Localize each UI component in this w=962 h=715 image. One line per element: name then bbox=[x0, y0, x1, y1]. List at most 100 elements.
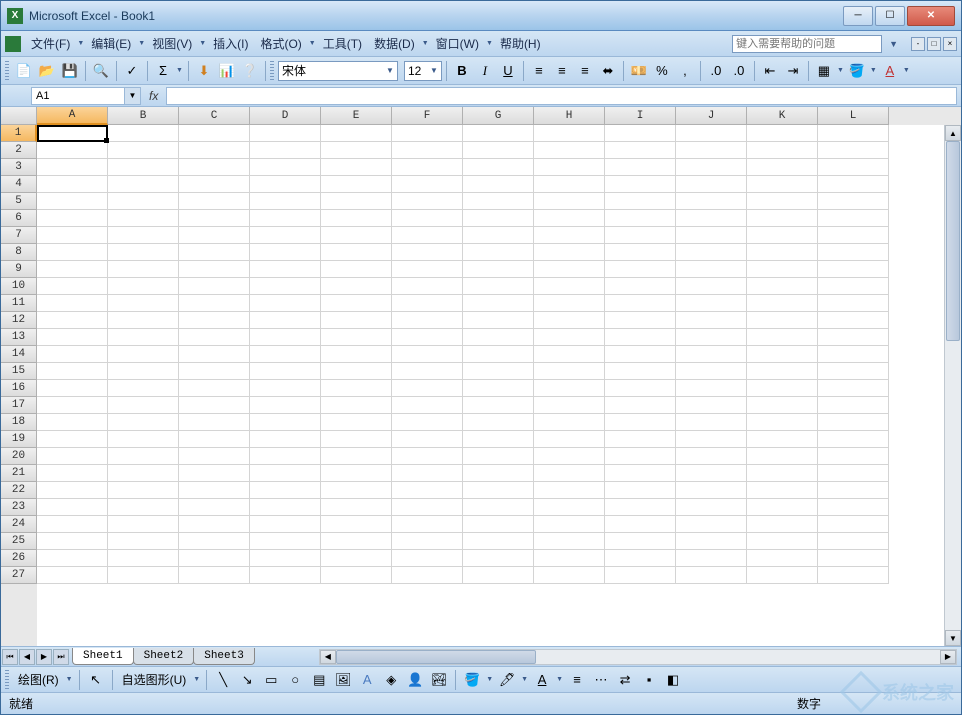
cell-k23[interactable] bbox=[747, 499, 818, 516]
cell-k3[interactable] bbox=[747, 159, 818, 176]
cell-l8[interactable] bbox=[818, 244, 889, 261]
row-header-24[interactable]: 24 bbox=[1, 516, 37, 533]
oval-icon[interactable]: ○ bbox=[284, 669, 306, 691]
cell-j9[interactable] bbox=[676, 261, 747, 278]
cell-e21[interactable] bbox=[321, 465, 392, 482]
cell-k12[interactable] bbox=[747, 312, 818, 329]
cell-j20[interactable] bbox=[676, 448, 747, 465]
row-header-16[interactable]: 16 bbox=[1, 380, 37, 397]
cell-l24[interactable] bbox=[818, 516, 889, 533]
currency-icon[interactable]: 💴 bbox=[628, 60, 650, 82]
cell-d19[interactable] bbox=[250, 431, 321, 448]
cell-d25[interactable] bbox=[250, 533, 321, 550]
row-header-11[interactable]: 11 bbox=[1, 295, 37, 312]
row-header-20[interactable]: 20 bbox=[1, 448, 37, 465]
cell-i10[interactable] bbox=[605, 278, 676, 295]
cell-b7[interactable] bbox=[108, 227, 179, 244]
tab-nav-next-icon[interactable]: ▶ bbox=[36, 649, 52, 665]
cell-h5[interactable] bbox=[534, 193, 605, 210]
cell-e12[interactable] bbox=[321, 312, 392, 329]
cell-k14[interactable] bbox=[747, 346, 818, 363]
rectangle-icon[interactable]: ▭ bbox=[260, 669, 282, 691]
cell-a11[interactable] bbox=[37, 295, 108, 312]
row-header-13[interactable]: 13 bbox=[1, 329, 37, 346]
cell-l14[interactable] bbox=[818, 346, 889, 363]
cell-f21[interactable] bbox=[392, 465, 463, 482]
autosum-icon[interactable]: Σ bbox=[152, 60, 174, 82]
cell-i25[interactable] bbox=[605, 533, 676, 550]
cell-c24[interactable] bbox=[179, 516, 250, 533]
row-header-8[interactable]: 8 bbox=[1, 244, 37, 261]
cell-d14[interactable] bbox=[250, 346, 321, 363]
cell-j5[interactable] bbox=[676, 193, 747, 210]
cell-f3[interactable] bbox=[392, 159, 463, 176]
row-header-5[interactable]: 5 bbox=[1, 193, 37, 210]
cell-h27[interactable] bbox=[534, 567, 605, 584]
underline-button[interactable]: U bbox=[497, 60, 519, 82]
cell-d9[interactable] bbox=[250, 261, 321, 278]
cell-b6[interactable] bbox=[108, 210, 179, 227]
column-header-l[interactable]: L bbox=[818, 107, 889, 125]
cell-g1[interactable] bbox=[463, 125, 534, 142]
cell-f8[interactable] bbox=[392, 244, 463, 261]
close-button[interactable] bbox=[907, 6, 955, 26]
cell-a27[interactable] bbox=[37, 567, 108, 584]
cell-e8[interactable] bbox=[321, 244, 392, 261]
cell-d4[interactable] bbox=[250, 176, 321, 193]
cell-l16[interactable] bbox=[818, 380, 889, 397]
cell-d3[interactable] bbox=[250, 159, 321, 176]
cell-e19[interactable] bbox=[321, 431, 392, 448]
decrease-indent-icon[interactable]: ⇤ bbox=[759, 60, 781, 82]
cell-j1[interactable] bbox=[676, 125, 747, 142]
cell-e17[interactable] bbox=[321, 397, 392, 414]
cell-j10[interactable] bbox=[676, 278, 747, 295]
cell-d13[interactable] bbox=[250, 329, 321, 346]
cell-h14[interactable] bbox=[534, 346, 605, 363]
cell-g25[interactable] bbox=[463, 533, 534, 550]
row-header-26[interactable]: 26 bbox=[1, 550, 37, 567]
minimize-button[interactable] bbox=[843, 6, 873, 26]
cell-i23[interactable] bbox=[605, 499, 676, 516]
cell-d16[interactable] bbox=[250, 380, 321, 397]
cell-j19[interactable] bbox=[676, 431, 747, 448]
cell-g17[interactable] bbox=[463, 397, 534, 414]
cell-g22[interactable] bbox=[463, 482, 534, 499]
cell-i14[interactable] bbox=[605, 346, 676, 363]
cell-h11[interactable] bbox=[534, 295, 605, 312]
toolbar-grip[interactable] bbox=[5, 61, 9, 81]
cell-e16[interactable] bbox=[321, 380, 392, 397]
cell-k13[interactable] bbox=[747, 329, 818, 346]
cell-j26[interactable] bbox=[676, 550, 747, 567]
line-color-icon[interactable]: 🖊 bbox=[496, 669, 518, 691]
cell-e13[interactable] bbox=[321, 329, 392, 346]
cell-f27[interactable] bbox=[392, 567, 463, 584]
cell-b26[interactable] bbox=[108, 550, 179, 567]
cell-g18[interactable] bbox=[463, 414, 534, 431]
cell-c14[interactable] bbox=[179, 346, 250, 363]
cell-j16[interactable] bbox=[676, 380, 747, 397]
fill-color-draw-icon[interactable]: 🪣 bbox=[461, 669, 483, 691]
cell-a14[interactable] bbox=[37, 346, 108, 363]
cell-b4[interactable] bbox=[108, 176, 179, 193]
vertical-scrollbar[interactable]: ▲ ▼ bbox=[944, 125, 961, 646]
percent-button[interactable]: % bbox=[651, 60, 673, 82]
cell-h9[interactable] bbox=[534, 261, 605, 278]
cell-d26[interactable] bbox=[250, 550, 321, 567]
increase-indent-icon[interactable]: ⇥ bbox=[782, 60, 804, 82]
cell-h8[interactable] bbox=[534, 244, 605, 261]
cell-a19[interactable] bbox=[37, 431, 108, 448]
cell-g15[interactable] bbox=[463, 363, 534, 380]
cell-j24[interactable] bbox=[676, 516, 747, 533]
cell-d10[interactable] bbox=[250, 278, 321, 295]
cell-g3[interactable] bbox=[463, 159, 534, 176]
cell-g8[interactable] bbox=[463, 244, 534, 261]
cell-f26[interactable] bbox=[392, 550, 463, 567]
cell-k18[interactable] bbox=[747, 414, 818, 431]
cell-c23[interactable] bbox=[179, 499, 250, 516]
cell-c13[interactable] bbox=[179, 329, 250, 346]
vscroll-thumb[interactable] bbox=[946, 141, 960, 341]
cell-c20[interactable] bbox=[179, 448, 250, 465]
toolbar-grip-2[interactable] bbox=[270, 61, 274, 81]
cell-l19[interactable] bbox=[818, 431, 889, 448]
row-header-27[interactable]: 27 bbox=[1, 567, 37, 584]
